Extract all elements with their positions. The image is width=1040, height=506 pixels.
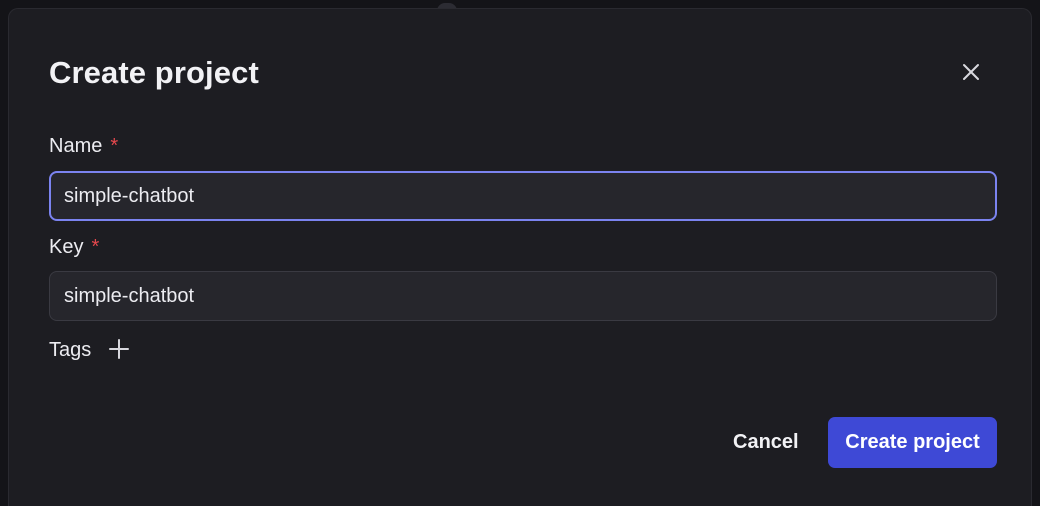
create-project-button[interactable]: Create project bbox=[828, 417, 997, 468]
plus-icon bbox=[109, 338, 130, 362]
close-icon bbox=[962, 63, 980, 84]
add-tag-button[interactable] bbox=[107, 338, 131, 362]
key-label-text: Key bbox=[49, 236, 84, 258]
required-indicator: * bbox=[110, 135, 119, 157]
tags-label: Tags bbox=[49, 339, 92, 361]
name-label-text: Name bbox=[49, 135, 103, 157]
required-indicator: * bbox=[91, 236, 100, 258]
key-field-label: Key * bbox=[49, 234, 99, 260]
name-field-label: Name * bbox=[49, 133, 118, 159]
close-button[interactable] bbox=[957, 59, 985, 87]
cancel-button[interactable]: Cancel bbox=[717, 417, 815, 467]
key-input[interactable] bbox=[49, 271, 997, 321]
create-project-dialog: Create project Name * Key * Tags bbox=[8, 8, 1032, 506]
dialog-title: Create project bbox=[49, 55, 259, 90]
tags-row: Tags bbox=[49, 337, 131, 363]
name-input[interactable] bbox=[49, 171, 997, 221]
